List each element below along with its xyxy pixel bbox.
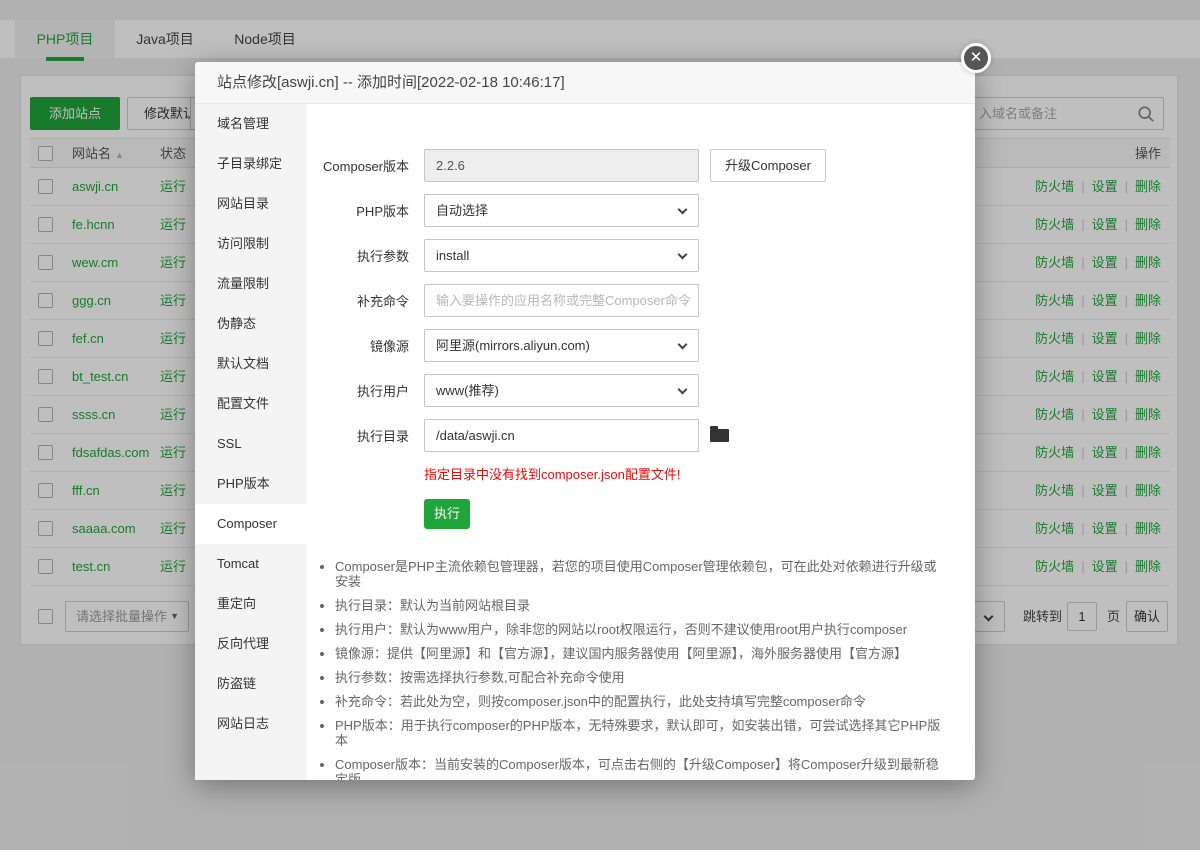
help-item: PHP版本：用于执行composer的PHP版本，无特殊要求，默认即可，如安装出… — [335, 718, 945, 748]
php-version-value: 自动选择 — [436, 203, 488, 218]
help-item: Composer是PHP主流依赖包管理器，若您的项目使用Composer管理依赖… — [335, 559, 945, 589]
extra-cmd-input[interactable] — [424, 284, 699, 317]
sidebar-item[interactable]: 流量限制 — [195, 264, 307, 304]
help-item: Composer版本：当前安装的Composer版本，可点击右侧的【升级Comp… — [335, 757, 945, 780]
sidebar-item[interactable]: Tomcat — [195, 544, 307, 584]
close-icon[interactable]: ✕ — [961, 43, 991, 73]
folder-icon[interactable] — [710, 429, 729, 442]
sidebar-item[interactable]: 伪静态 — [195, 304, 307, 344]
sidebar-item[interactable]: PHP版本 — [195, 464, 307, 504]
help-item: 执行参数：按需选择执行参数,可配合补充命令使用 — [335, 670, 945, 685]
help-item: 执行目录：默认为当前网站根目录 — [335, 598, 945, 613]
chevron-down-icon — [678, 205, 688, 215]
modal-sidebar: 域名管理子目录绑定网站目录访问限制流量限制伪静态默认文档配置文件SSLPHP版本… — [195, 104, 307, 780]
exec-user-value: www(推荐) — [436, 383, 499, 398]
php-version-select[interactable]: 自动选择 — [424, 194, 699, 227]
extra-cmd-label: 补充命令 — [309, 291, 409, 310]
php-version-label: PHP版本 — [309, 201, 409, 220]
exec-param-select[interactable]: install — [424, 239, 699, 272]
mirror-select[interactable]: 阿里源(mirrors.aliyun.com) — [424, 329, 699, 362]
help-item: 镜像源：提供【阿里源】和【官方源】，建议国内服务器使用【阿里源】，海外服务器使用… — [335, 646, 945, 661]
exec-dir-label: 执行目录 — [309, 426, 409, 445]
sidebar-item[interactable]: 访问限制 — [195, 224, 307, 264]
sidebar-item[interactable]: SSL — [195, 424, 307, 464]
exec-dir-input[interactable] — [424, 419, 699, 452]
exec-user-label: 执行用户 — [309, 381, 409, 400]
sidebar-item[interactable]: 配置文件 — [195, 384, 307, 424]
composer-panel: Composer版本 升级Composer PHP版本 自动选择 执行参数 in… — [307, 104, 975, 780]
sidebar-item[interactable]: 默认文档 — [195, 344, 307, 384]
chevron-down-icon — [678, 250, 688, 260]
mirror-value: 阿里源(mirrors.aliyun.com) — [436, 338, 590, 353]
sidebar-item[interactable]: 网站日志 — [195, 704, 307, 744]
exec-param-value: install — [436, 248, 469, 263]
sidebar-item[interactable]: 子目录绑定 — [195, 144, 307, 184]
help-item: 补充命令：若此处为空，则按composer.json中的配置执行，此处支持填写完… — [335, 694, 945, 709]
sidebar-item[interactable]: 重定向 — [195, 584, 307, 624]
sidebar-item[interactable]: Composer — [195, 504, 307, 544]
help-list: Composer是PHP主流依赖包管理器，若您的项目使用Composer管理依赖… — [317, 559, 945, 780]
sidebar-item[interactable]: 网站目录 — [195, 184, 307, 224]
composer-version-input — [424, 149, 699, 182]
sidebar-item[interactable]: 域名管理 — [195, 104, 307, 144]
help-item: 执行用户：默认为www用户，除非您的网站以root权限运行，否则不建议使用roo… — [335, 622, 945, 637]
upgrade-composer-button[interactable]: 升级Composer — [710, 149, 826, 182]
execute-button[interactable]: 执行 — [424, 499, 470, 529]
sidebar-item[interactable]: 防盗链 — [195, 664, 307, 704]
sidebar-item[interactable]: 反向代理 — [195, 624, 307, 664]
composer-version-label: Composer版本 — [309, 156, 409, 175]
chevron-down-icon — [678, 340, 688, 350]
exec-param-label: 执行参数 — [309, 246, 409, 265]
chevron-down-icon — [678, 385, 688, 395]
site-modify-modal: ✕ 站点修改[aswji.cn] -- 添加时间[2022-02-18 10:4… — [195, 62, 975, 780]
exec-user-select[interactable]: www(推荐) — [424, 374, 699, 407]
modal-title: 站点修改[aswji.cn] -- 添加时间[2022-02-18 10:46:… — [195, 62, 975, 104]
mirror-label: 镜像源 — [309, 336, 409, 355]
error-message: 指定目录中没有找到composer.json配置文件! — [424, 464, 945, 483]
